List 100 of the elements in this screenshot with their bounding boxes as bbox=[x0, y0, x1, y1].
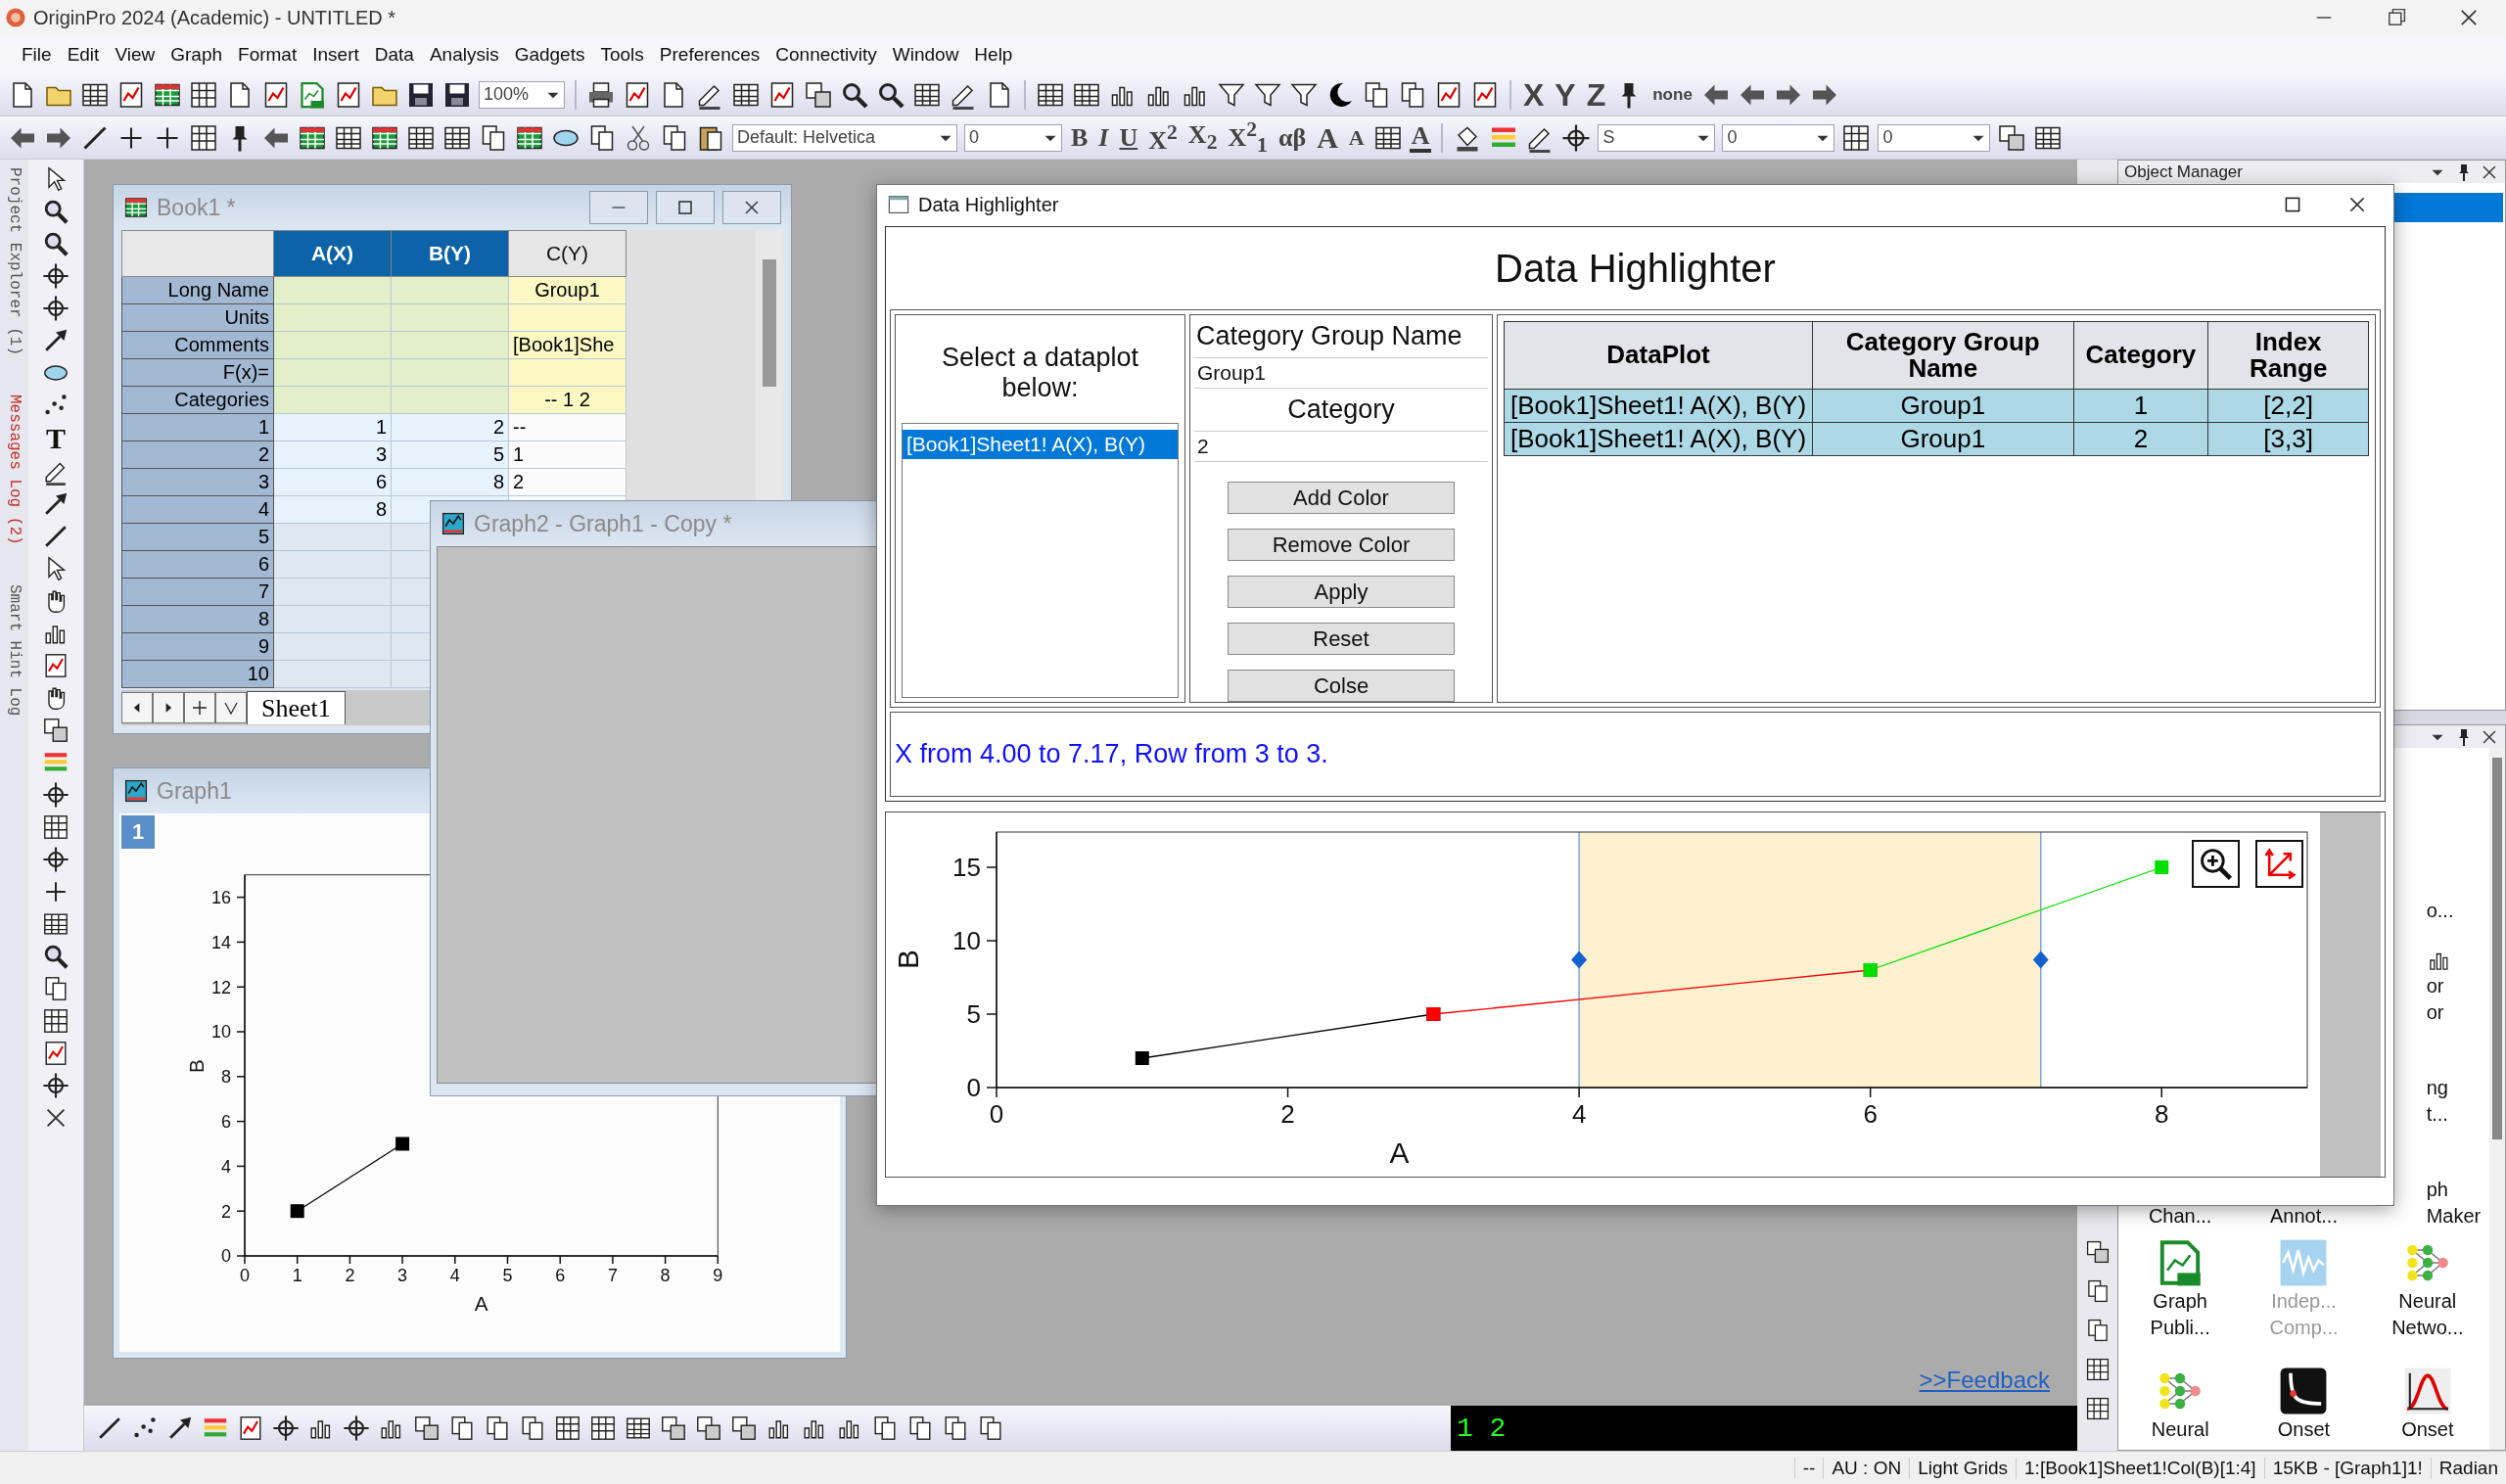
app-label[interactable]: or bbox=[2426, 999, 2444, 1026]
font-dropdown[interactable]: Default: Helvetica bbox=[732, 123, 957, 152]
menu-item[interactable]: Analysis bbox=[421, 43, 507, 66]
grid-icon[interactable] bbox=[189, 79, 218, 110]
grid-icon[interactable] bbox=[42, 813, 70, 841]
font-size-dropdown[interactable]: 0 bbox=[964, 123, 1062, 152]
magnifier-icon[interactable] bbox=[42, 943, 70, 970]
axis-button[interactable]: Z bbox=[1584, 78, 1608, 111]
stack-icon[interactable] bbox=[2084, 1239, 2111, 1265]
font-size-button[interactable]: A bbox=[1346, 126, 1367, 149]
rescale-button[interactable] bbox=[2255, 840, 2303, 888]
plus-icon[interactable] bbox=[190, 698, 209, 718]
app-label[interactable]: Neural bbox=[2151, 1416, 2209, 1443]
line-width-dropdown[interactable]: 0 bbox=[1722, 123, 1835, 152]
axis-button[interactable]: X bbox=[1521, 78, 1547, 111]
list-item[interactable]: [Book1]Sheet1! A(X), B(Y) bbox=[903, 430, 1178, 459]
menu-item[interactable]: Gadgets bbox=[506, 43, 593, 66]
column-header[interactable]: A(X) bbox=[273, 230, 392, 277]
app-label[interactable]: Publi... bbox=[2150, 1315, 2210, 1341]
range-edge[interactable] bbox=[1571, 831, 1588, 1089]
row-header[interactable]: Long Name bbox=[121, 276, 274, 304]
row-header[interactable]: Units bbox=[121, 303, 274, 332]
app-label[interactable]: Onset bbox=[2277, 1416, 2331, 1443]
column-header[interactable]: B(Y) bbox=[391, 230, 509, 277]
crosshair-icon[interactable] bbox=[42, 295, 70, 322]
sheet-list-button[interactable] bbox=[215, 692, 247, 723]
column-header[interactable]: C(Y) bbox=[508, 230, 626, 277]
row-header[interactable]: 5 bbox=[121, 523, 274, 551]
stack-icon[interactable] bbox=[1997, 122, 2027, 153]
text-style-button[interactable]: U bbox=[1117, 124, 1140, 151]
menu-item[interactable]: Format bbox=[230, 43, 305, 66]
grid-icon[interactable] bbox=[189, 122, 218, 153]
menu-item[interactable]: Edit bbox=[59, 43, 108, 66]
row-header[interactable]: 10 bbox=[121, 660, 274, 688]
app-label[interactable]: Chan... bbox=[2148, 1203, 2212, 1229]
menu-item[interactable]: Preferences bbox=[651, 43, 768, 66]
app-label[interactable]: Neural bbox=[2398, 1288, 2457, 1315]
sheet-tab[interactable]: Sheet1 bbox=[247, 691, 346, 724]
app-label[interactable]: t... bbox=[2426, 1101, 2448, 1128]
font-size-button[interactable]: A bbox=[1315, 122, 1340, 153]
menu-item[interactable]: File bbox=[14, 43, 60, 66]
line-style-dropdown[interactable]: S bbox=[1598, 123, 1716, 152]
row-header[interactable]: Comments bbox=[121, 331, 274, 359]
action-button[interactable]: Remove Color bbox=[1228, 529, 1455, 561]
crosshair-icon[interactable] bbox=[42, 1072, 70, 1099]
row-header[interactable]: Categories bbox=[121, 386, 274, 414]
zoom-dropdown[interactable]: 100% bbox=[479, 80, 565, 109]
crosshair-icon[interactable] bbox=[272, 1414, 300, 1442]
action-button[interactable]: Add Color bbox=[1228, 482, 1455, 514]
row-header[interactable]: F(x)= bbox=[121, 358, 274, 387]
document-icon[interactable] bbox=[298, 79, 327, 110]
action-button[interactable]: Apply bbox=[1228, 576, 1455, 608]
corner-header[interactable] bbox=[121, 230, 274, 277]
row-header[interactable]: 1 bbox=[121, 413, 274, 441]
menu-item[interactable]: Help bbox=[966, 43, 1021, 66]
menu-item[interactable]: Window bbox=[884, 43, 967, 66]
input-field[interactable]: 2 bbox=[1194, 431, 1488, 462]
stack-icon[interactable] bbox=[730, 1414, 758, 1442]
scrollbar-thumb[interactable] bbox=[763, 259, 776, 387]
crosshair-icon[interactable] bbox=[42, 846, 70, 873]
text-style-button[interactable]: αβ bbox=[1276, 124, 1309, 151]
row-header[interactable]: 9 bbox=[121, 632, 274, 661]
app-label[interactable]: Netwo... bbox=[2391, 1315, 2464, 1341]
next-sheet-button[interactable] bbox=[153, 692, 184, 723]
fill-dropdown[interactable]: 0 bbox=[1878, 123, 1991, 152]
grid-icon[interactable] bbox=[589, 1414, 617, 1442]
input-field[interactable]: Group1 bbox=[1194, 357, 1488, 389]
row-header[interactable]: 4 bbox=[121, 495, 274, 524]
text-style-button[interactable]: I bbox=[1096, 124, 1111, 151]
menu-item[interactable]: Insert bbox=[304, 43, 367, 66]
range-edge[interactable] bbox=[2032, 831, 2049, 1089]
text-tool[interactable]: T bbox=[46, 424, 66, 453]
grid-icon[interactable] bbox=[2084, 1357, 2111, 1382]
app-label[interactable]: ng bbox=[2426, 1075, 2448, 1101]
text-style-button[interactable]: X$^{2}$ bbox=[1146, 121, 1180, 154]
row-header[interactable]: 2 bbox=[121, 441, 274, 469]
grid-icon[interactable] bbox=[554, 1414, 581, 1442]
app-label[interactable]: Maker bbox=[2426, 1203, 2482, 1229]
stack-icon[interactable] bbox=[660, 1414, 687, 1442]
side-tab[interactable]: Messages Log (2) bbox=[5, 394, 23, 545]
font-color-button[interactable]: A bbox=[1409, 122, 1432, 153]
crosshair-icon[interactable] bbox=[1561, 122, 1592, 153]
action-button[interactable]: Reset bbox=[1228, 623, 1455, 655]
text-style-button[interactable]: B bbox=[1069, 124, 1091, 151]
grid-icon[interactable] bbox=[1841, 122, 1872, 153]
add-sheet-button[interactable] bbox=[184, 692, 215, 723]
axis-button[interactable]: Y bbox=[1553, 78, 1578, 111]
magnifier-icon[interactable] bbox=[42, 230, 70, 257]
scrollbar-thumb[interactable] bbox=[2492, 758, 2502, 1139]
none-button[interactable]: none bbox=[1650, 86, 1694, 103]
crosshair-icon[interactable] bbox=[42, 781, 70, 809]
app-label[interactable]: Graph bbox=[2153, 1288, 2207, 1315]
action-button[interactable]: Colse bbox=[1228, 670, 1455, 702]
grid-icon[interactable] bbox=[42, 1007, 70, 1035]
menu-item[interactable]: View bbox=[107, 43, 163, 66]
zoom-button[interactable] bbox=[2192, 840, 2240, 888]
printer-icon[interactable] bbox=[586, 79, 616, 110]
crosshair-icon[interactable] bbox=[42, 262, 70, 290]
zoom-in-icon[interactable] bbox=[2198, 846, 2234, 882]
app-label[interactable]: ph bbox=[2426, 1177, 2448, 1203]
